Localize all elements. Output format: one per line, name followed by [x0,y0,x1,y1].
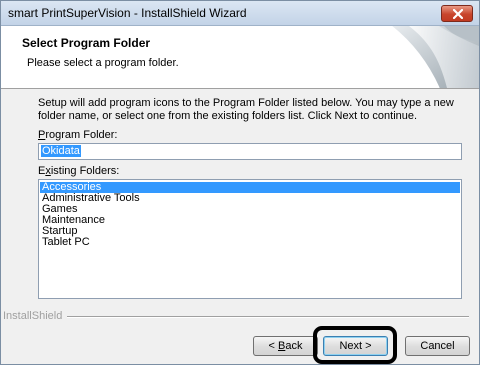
program-folder-value: Okidata [41,145,81,157]
window-title: smart PrintSuperVision - InstallShield W… [8,6,247,20]
program-folder-label-text: rogram Folder: [45,129,118,141]
instructions-text: Setup will add program icons to the Prog… [38,97,454,122]
list-item[interactable]: Maintenance [40,215,460,226]
footer-divider [67,316,469,318]
close-icon [453,9,463,19]
back-button[interactable]: < Back [253,336,318,356]
back-label-rest: ack [285,340,303,352]
program-folder-input[interactable]: Okidata [38,143,462,160]
list-item[interactable]: Startup [40,226,460,237]
page-subtitle: Please select a program folder. [27,57,179,69]
existing-folders-label: Existing Folders: [38,165,119,177]
wizard-graphic-icon [390,26,479,88]
installer-window: smart PrintSuperVision - InstallShield W… [0,0,480,365]
list-item[interactable]: Administrative Tools [40,193,460,204]
list-item[interactable]: Tablet PC [40,237,460,248]
next-button[interactable]: Next > [323,336,388,356]
cancel-button[interactable]: Cancel [405,336,470,356]
header-banner: Select Program Folder Please select a pr… [1,26,479,89]
title-bar[interactable]: smart PrintSuperVision - InstallShield W… [1,1,479,26]
close-button[interactable] [441,5,473,22]
installshield-brand: InstallShield [3,310,63,322]
program-folder-label: Program Folder: [38,129,117,141]
page-title: Select Program Folder [22,36,151,50]
existing-folders-label-rest: isting Folders: [50,165,120,177]
existing-folders-list[interactable]: Accessories Administrative Tools Games Main… [38,179,462,299]
